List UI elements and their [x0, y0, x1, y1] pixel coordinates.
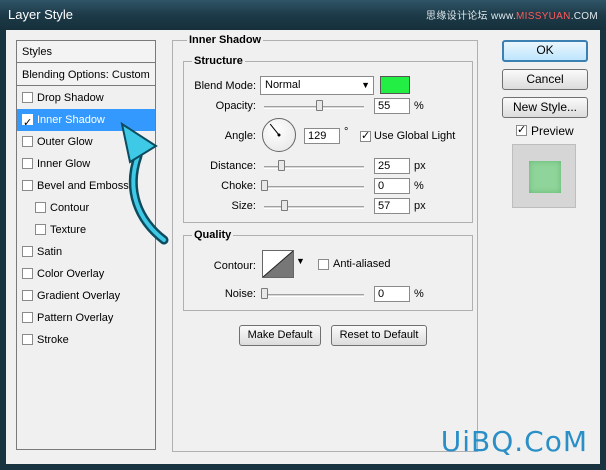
choke-slider[interactable] — [264, 186, 364, 189]
structure-group: Structure Blend Mode: Normal ▼ Opacity: … — [183, 55, 473, 223]
angle-input[interactable]: 129 — [304, 128, 340, 144]
choke-label: Choke: — [221, 180, 256, 192]
annotation-arrow-icon — [120, 121, 169, 245]
style-item-checkbox[interactable] — [22, 312, 33, 323]
inner-shadow-panel: Inner Shadow Structure Blend Mode: Norma… — [172, 34, 478, 452]
size-unit: px — [414, 200, 426, 212]
panel-title: Inner Shadow — [187, 34, 264, 46]
style-item-pattern-overlay[interactable]: Pattern Overlay — [17, 307, 155, 329]
anti-aliased-checkbox[interactable] — [318, 259, 329, 270]
watermark-top-site-a: www. — [490, 11, 517, 22]
angle-unit: ° — [344, 126, 349, 138]
style-item-color-overlay[interactable]: Color Overlay — [17, 263, 155, 285]
size-slider[interactable] — [264, 206, 364, 209]
preview-swatch — [529, 161, 561, 193]
style-item-label: Color Overlay — [37, 268, 105, 280]
styles-header[interactable]: Styles — [17, 41, 155, 63]
dialog-client: Styles Blending Options: Custom Drop Sha… — [6, 30, 600, 464]
new-style-button[interactable]: New Style... — [502, 97, 588, 118]
style-item-checkbox[interactable] — [35, 202, 46, 213]
opacity-input[interactable]: 55 — [374, 98, 410, 114]
contour-dropdown-arrow-icon[interactable]: ▼ — [296, 256, 305, 266]
make-default-button[interactable]: Make Default — [239, 325, 321, 346]
global-light-checkbox[interactable] — [360, 129, 371, 142]
reset-default-button[interactable]: Reset to Default — [331, 325, 427, 346]
angle-label: Angle: — [224, 130, 256, 142]
preview-checkbox[interactable] — [516, 123, 527, 136]
style-item-checkbox[interactable] — [22, 180, 33, 191]
choke-unit: % — [414, 180, 424, 192]
styles-header-label: Styles — [22, 46, 52, 58]
shadow-color-swatch[interactable] — [380, 76, 410, 94]
style-item-checkbox[interactable] — [35, 224, 46, 235]
noise-input[interactable]: 0 — [374, 286, 410, 302]
watermark-top-site-b: MISSYUAN — [516, 11, 571, 22]
style-item-checkbox[interactable] — [22, 92, 33, 103]
blending-options-label: Blending Options: Custom — [22, 69, 150, 81]
opacity-slider-thumb[interactable] — [316, 100, 323, 111]
noise-unit: % — [414, 288, 424, 300]
style-item-stroke[interactable]: Stroke — [17, 329, 155, 351]
contour-picker[interactable] — [262, 250, 294, 278]
size-slider-thumb[interactable] — [281, 200, 288, 211]
distance-input[interactable]: 25 — [374, 158, 410, 174]
style-item-checkbox[interactable] — [22, 246, 33, 257]
contour-curve-icon — [262, 250, 294, 278]
style-item-label: Drop Shadow — [37, 92, 104, 104]
structure-title: Structure — [192, 55, 245, 67]
style-item-label: Inner Glow — [37, 158, 91, 170]
cancel-button[interactable]: Cancel — [502, 69, 588, 90]
quality-title: Quality — [192, 229, 234, 241]
style-item-checkbox[interactable] — [22, 268, 33, 279]
style-item-label: Gradient Overlay — [37, 290, 121, 302]
opacity-unit: % — [414, 100, 424, 112]
style-item-label: Stroke — [37, 334, 69, 346]
style-item-checkbox[interactable] — [22, 112, 33, 134]
watermark-top-cn: 思缘设计论坛 — [426, 11, 488, 22]
choke-slider-thumb[interactable] — [261, 180, 268, 191]
watermark-logo: UiBQ.CoM — [440, 425, 588, 458]
window-title: Layer Style — [8, 7, 74, 22]
blending-options[interactable]: Blending Options: Custom — [17, 64, 155, 86]
quality-group: Quality Contour: ▼ Anti-aliased Noise: 0… — [183, 229, 473, 311]
ok-button[interactable]: OK — [502, 40, 588, 62]
size-input[interactable]: 57 — [374, 198, 410, 214]
style-item-label: Texture — [50, 224, 87, 236]
style-item-label: Outer Glow — [37, 136, 93, 148]
style-item-label: Contour — [50, 202, 90, 214]
distance-label: Distance: — [210, 160, 256, 172]
anti-aliased-label: Anti-aliased — [333, 258, 391, 270]
distance-unit: px — [414, 160, 426, 172]
noise-slider-thumb[interactable] — [261, 288, 268, 299]
opacity-label: Opacity: — [215, 100, 256, 112]
style-item-checkbox[interactable] — [22, 158, 33, 169]
style-item-drop-shadow[interactable]: Drop Shadow — [17, 87, 155, 109]
style-item-checkbox[interactable] — [22, 334, 33, 345]
blend-mode-label: Blend Mode: — [194, 80, 256, 92]
angle-dial-needle — [269, 123, 281, 137]
style-item-label: Satin — [37, 246, 63, 258]
opacity-slider[interactable] — [264, 106, 364, 109]
style-item-checkbox[interactable] — [22, 136, 33, 147]
blend-mode-value: Normal — [265, 79, 301, 91]
choke-input[interactable]: 0 — [374, 178, 410, 194]
global-light-label: Use Global Light — [374, 130, 456, 142]
dropdown-arrow-icon: ▼ — [361, 80, 370, 90]
style-item-gradient-overlay[interactable]: Gradient Overlay — [17, 285, 155, 307]
style-item-checkbox[interactable] — [22, 290, 33, 301]
title-bar: Layer Style 思缘设计论坛 www.MISSYUAN.COM — [0, 0, 606, 30]
preview-label: Preview — [531, 124, 574, 138]
noise-label: Noise: — [224, 288, 256, 300]
blend-mode-select[interactable]: Normal ▼ — [260, 76, 374, 95]
watermark-top-site-c: .COM — [570, 11, 598, 22]
angle-dial[interactable] — [262, 118, 296, 152]
preview-thumbnail — [512, 144, 576, 208]
watermark-top: 思缘设计论坛 www.MISSYUAN.COM — [426, 7, 598, 22]
style-item-label: Pattern Overlay — [37, 312, 114, 324]
style-item-label: Inner Shadow — [37, 114, 105, 126]
size-label: Size: — [231, 200, 256, 212]
noise-slider[interactable] — [264, 294, 364, 297]
contour-label: Contour: — [213, 260, 256, 272]
distance-slider-thumb[interactable] — [278, 160, 285, 171]
